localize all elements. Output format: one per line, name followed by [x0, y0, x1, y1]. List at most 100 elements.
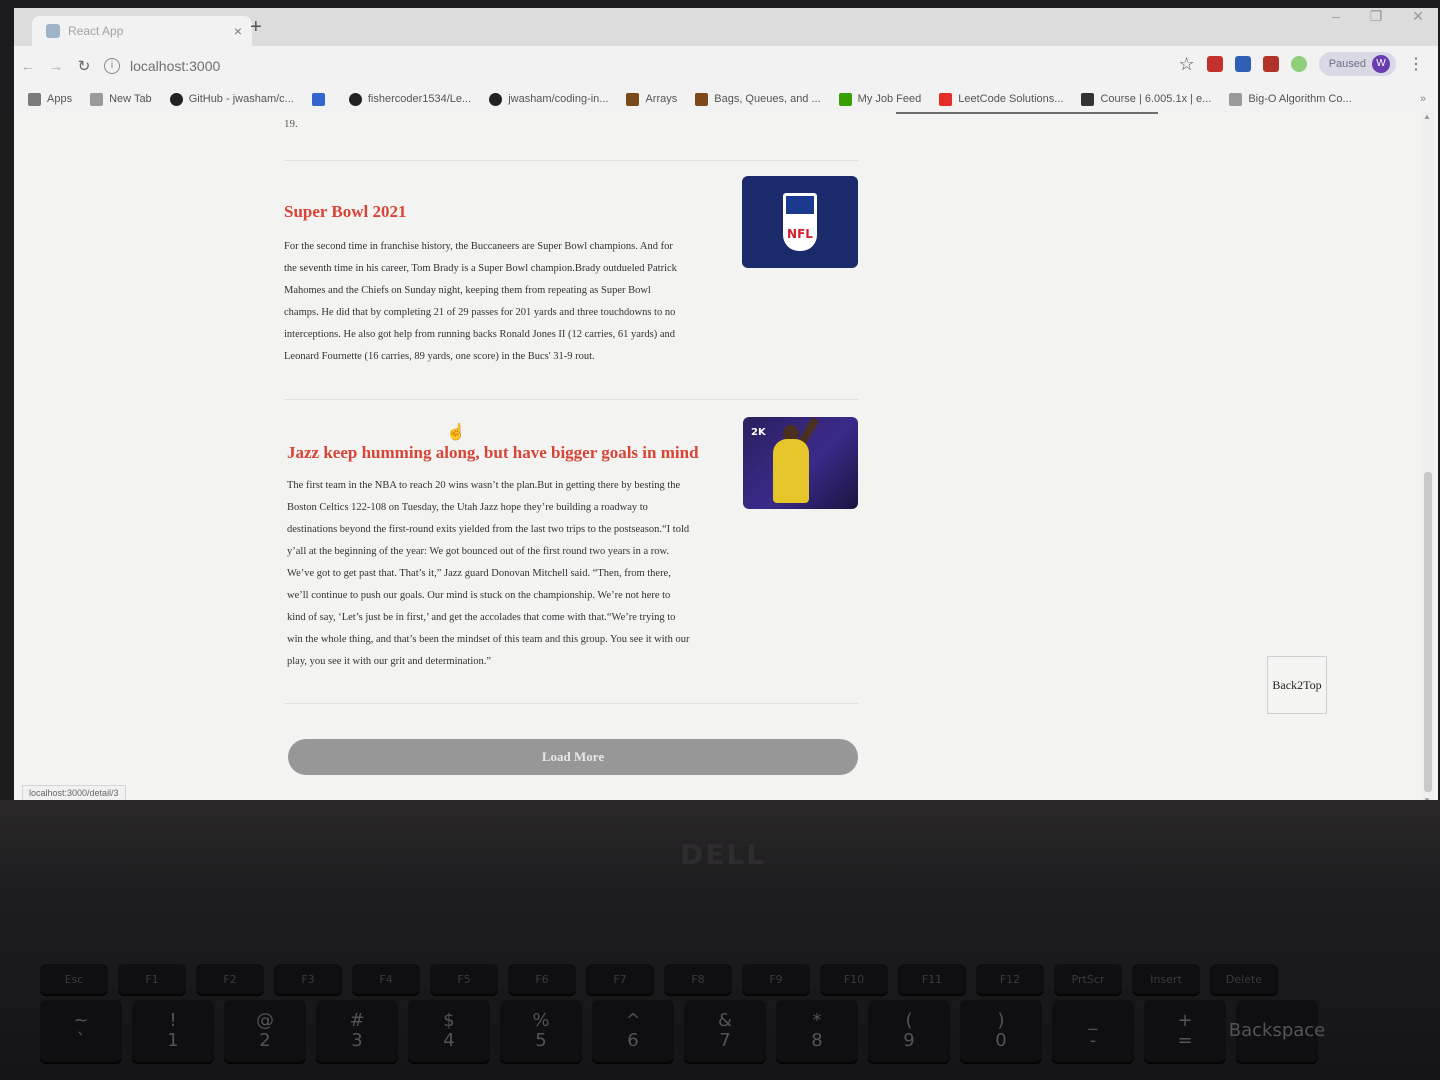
- key-shift-label: #: [349, 1010, 365, 1031]
- bookmark-item[interactable]: fishercoder1534/Le...: [348, 92, 472, 106]
- sidebar-bar: [896, 112, 1158, 114]
- keyboard-key: ! 1: [132, 1000, 214, 1062]
- keyboard-key: F4: [352, 964, 420, 994]
- princeton-icon: [695, 92, 709, 106]
- address-bar[interactable]: i localhost:3000: [104, 52, 1104, 80]
- status-url: localhost:3000/detail/3: [22, 785, 126, 801]
- bookmark-item[interactable]: Arrays: [626, 92, 677, 106]
- extension-icon[interactable]: [1290, 56, 1307, 72]
- bookmarks-more-icon[interactable]: »: [1420, 93, 1426, 105]
- laptop-screen: React App × + – ❐ ✕ ← → ↻ i localhost:30…: [14, 8, 1438, 805]
- princeton-icon: [626, 92, 640, 106]
- bookmark-item[interactable]: [311, 92, 331, 106]
- keyboard-key: $4: [408, 1000, 490, 1062]
- upwork-icon: [838, 92, 852, 106]
- key-shift-label: &: [717, 1010, 733, 1031]
- new-tab-button[interactable]: +: [250, 16, 262, 39]
- bookmark-item[interactable]: Bags, Queues, and ...: [695, 92, 821, 106]
- reload-icon[interactable]: ↻: [70, 57, 98, 75]
- avatar: W: [1372, 55, 1390, 73]
- bookmark-item[interactable]: New Tab: [90, 92, 152, 106]
- restore-icon[interactable]: ❐: [1370, 8, 1383, 25]
- url-text[interactable]: localhost:3000: [130, 58, 220, 74]
- close-window-icon[interactable]: ✕: [1412, 8, 1424, 25]
- key-label: 0: [995, 1030, 1007, 1051]
- minimize-icon[interactable]: –: [1332, 8, 1340, 25]
- article-line: For the second time in franchise history…: [284, 241, 673, 252]
- window-controls: – ❐ ✕: [1332, 8, 1424, 25]
- divider: [284, 703, 858, 704]
- nfl-logo-thumbnail[interactable]: NFL: [742, 176, 858, 268]
- article-line: the seventh time in his career, Tom Brad…: [284, 263, 677, 274]
- bookmark-item[interactable]: Course | 6.005.1x | e...: [1081, 92, 1211, 106]
- article-line: interceptions. He also got help from run…: [284, 329, 676, 340]
- divider: [284, 399, 858, 400]
- profile-paused-button[interactable]: Paused W: [1318, 52, 1396, 76]
- extensions-area: ☆ Paused W ⋮: [1179, 52, 1424, 76]
- page-scrollbar[interactable]: ▲ ▼: [1422, 112, 1434, 805]
- previous-article-tail: 19.: [284, 118, 298, 130]
- article-line: Leonard Fournette (16 carries, 89 yards,…: [284, 351, 595, 362]
- key-label: 8: [811, 1030, 823, 1051]
- key-label: 3: [351, 1030, 363, 1051]
- keyboard-key: F2: [196, 964, 264, 994]
- article-title[interactable]: Jazz keep humming along, but have bigger…: [287, 443, 699, 463]
- acrobat-extension-icon[interactable]: [1206, 56, 1223, 72]
- bookmark-item[interactable]: Apps: [28, 92, 72, 106]
- bookmark-item[interactable]: jwasham/coding-in...: [489, 92, 608, 106]
- basketball-player-thumbnail[interactable]: 2K: [743, 417, 858, 509]
- article-line: play, you see it with our grit and deter…: [287, 656, 492, 667]
- youtube-icon: [939, 92, 953, 106]
- article-line: We’ve got to get past that. That’s it,” …: [287, 568, 671, 579]
- bookmark-label: fishercoder1534/Le...: [367, 93, 472, 105]
- bookmarks-bar: Apps New Tab GitHub - jwasham/c... fisherco…: [14, 86, 1438, 113]
- hand-cursor-icon: ☝: [446, 424, 466, 441]
- keyboard-key: F7: [586, 964, 654, 994]
- forward-arrow-icon[interactable]: →: [42, 58, 70, 75]
- article-title[interactable]: Super Bowl 2021: [284, 202, 407, 222]
- keyboard-key: F9: [742, 964, 810, 994]
- key-shift-label: @: [256, 1010, 274, 1031]
- key-shift-label: !: [169, 1010, 177, 1031]
- key-label: 9: [903, 1030, 915, 1051]
- extension-icon[interactable]: [1234, 56, 1251, 72]
- key-shift-label: ^: [625, 1010, 641, 1031]
- github-icon: [169, 92, 183, 106]
- key-label: 4: [443, 1030, 455, 1051]
- info-icon[interactable]: i: [104, 58, 120, 74]
- key-label: `: [76, 1030, 86, 1051]
- key-label: 6: [627, 1030, 639, 1051]
- key-shift-label: %: [532, 1010, 550, 1031]
- tab-close-icon[interactable]: ×: [234, 23, 242, 39]
- function-key-row: Esc F1 F2 F3 F4 F5 F6 F7 F8 F9 F10 F11 F12 PrtScr Inse…: [40, 964, 1278, 994]
- bookmark-star-icon[interactable]: ☆: [1179, 54, 1195, 75]
- back-arrow-icon[interactable]: ←: [14, 58, 42, 75]
- key-shift-label: +: [1177, 1010, 1193, 1031]
- menu-kebab-icon[interactable]: ⋮: [1408, 54, 1424, 74]
- zhihu-icon: [311, 92, 325, 106]
- keyboard-key: F3: [274, 964, 342, 994]
- brand-logo: DELL: [680, 838, 767, 871]
- bookmark-item[interactable]: LeetCode Solutions...: [939, 92, 1064, 106]
- react-favicon-icon: [46, 24, 60, 38]
- keyboard-key: F12: [976, 964, 1044, 994]
- back-to-top-button[interactable]: Back2Top: [1267, 656, 1327, 714]
- bookmark-label: New Tab: [109, 93, 152, 105]
- load-more-button[interactable]: Load More: [288, 739, 858, 775]
- keyboard-key: ~ `: [40, 1000, 122, 1062]
- scroll-up-icon[interactable]: ▲: [1423, 112, 1431, 121]
- keyboard-key: #3: [316, 1000, 398, 1062]
- divider: [284, 160, 858, 161]
- bookmark-item[interactable]: My Job Feed: [838, 92, 921, 106]
- extension-icon[interactable]: [1262, 56, 1279, 72]
- bookmark-label: LeetCode Solutions...: [958, 93, 1064, 105]
- browser-tab[interactable]: React App ×: [32, 16, 252, 46]
- bookmark-item[interactable]: GitHub - jwasham/c...: [169, 92, 294, 106]
- key-label: 1: [167, 1030, 179, 1051]
- bookmark-item[interactable]: Big-O Algorithm Co...: [1229, 92, 1352, 106]
- tab-strip: React App × + – ❐ ✕: [14, 8, 1438, 46]
- scroll-thumb[interactable]: [1424, 472, 1432, 792]
- edx-icon: [1081, 92, 1095, 106]
- keyboard-key: ) 0: [960, 1000, 1042, 1062]
- keyboard-key: + =: [1144, 1000, 1226, 1062]
